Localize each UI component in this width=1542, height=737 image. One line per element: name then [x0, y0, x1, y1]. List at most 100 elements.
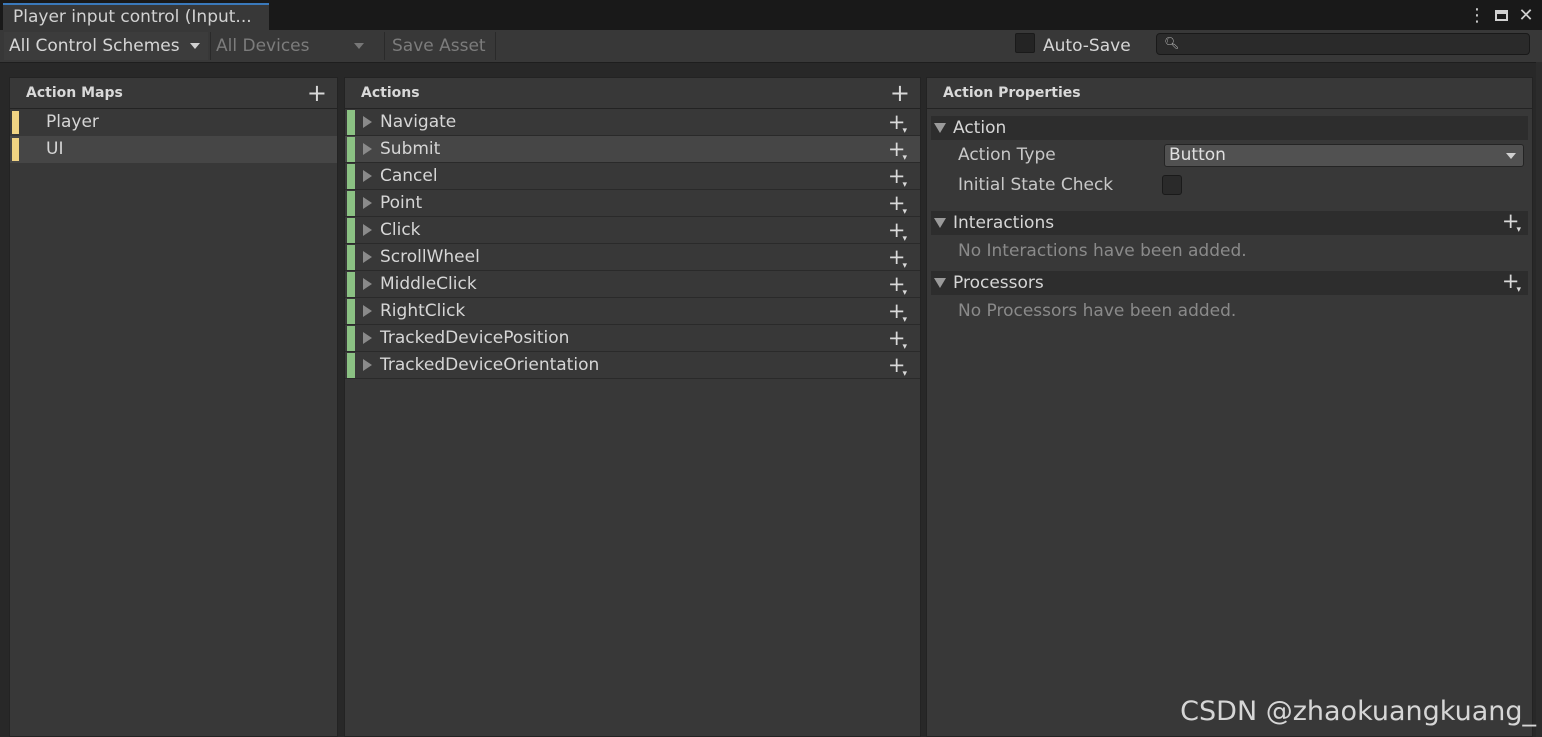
- window-title-bar: Player input control (Input... ⋮ ✕: [0, 0, 1542, 30]
- auto-save-label: Auto-Save: [1043, 36, 1131, 56]
- action-maps-list: Player UI: [10, 109, 337, 163]
- processors-empty-message: No Processors have been added.: [958, 301, 1237, 321]
- expand-arrow-icon[interactable]: [363, 143, 372, 155]
- action-map-item[interactable]: UI: [10, 136, 337, 163]
- chevron-down-icon: [1506, 153, 1516, 159]
- expand-arrow-icon[interactable]: [363, 251, 372, 263]
- action-item[interactable]: Point +▾: [345, 190, 920, 217]
- action-color-bar: [347, 218, 355, 243]
- foldout-expanded-icon: [934, 218, 946, 228]
- action-label: TrackedDevicePosition: [380, 328, 570, 348]
- action-properties-panel: Action Properties Action Action Type But…: [926, 77, 1533, 737]
- action-item[interactable]: TrackedDevicePosition +▾: [345, 325, 920, 352]
- expand-arrow-icon[interactable]: [363, 224, 372, 236]
- action-color-bar: [347, 299, 355, 324]
- auto-save-toggle[interactable]: Auto-Save: [1015, 32, 1131, 60]
- action-maps-title: Action Maps: [26, 85, 123, 101]
- action-color-bar: [347, 164, 355, 189]
- action-label: Point: [380, 193, 423, 213]
- kebab-menu-icon[interactable]: ⋮: [1467, 5, 1487, 26]
- action-item[interactable]: Cancel +▾: [345, 163, 920, 190]
- search-icon: 🔍︎: [1164, 36, 1180, 50]
- action-label: ScrollWheel: [380, 247, 480, 267]
- action-color-bar: [347, 245, 355, 270]
- action-map-item[interactable]: Player: [10, 109, 337, 136]
- window-tab[interactable]: Player input control (Input...: [3, 3, 269, 30]
- expand-arrow-icon[interactable]: [363, 332, 372, 344]
- action-color-bar: [347, 272, 355, 297]
- expand-arrow-icon[interactable]: [363, 359, 372, 371]
- action-type-row: Action Type Button: [927, 140, 1532, 170]
- close-icon[interactable]: ✕: [1516, 5, 1536, 26]
- action-map-label: Player: [46, 112, 99, 132]
- action-properties-title: Action Properties: [943, 85, 1081, 101]
- save-asset-button[interactable]: Save Asset: [384, 32, 496, 60]
- toolbar: All Control Schemes All Devices Save Ass…: [0, 30, 1542, 63]
- action-item[interactable]: Submit +▾: [345, 136, 920, 163]
- auto-save-checkbox[interactable]: [1015, 33, 1035, 53]
- actions-header: Actions +: [345, 78, 920, 109]
- chevron-down-icon: [190, 43, 200, 49]
- actions-title: Actions: [361, 85, 420, 101]
- action-section-foldout[interactable]: Action: [931, 116, 1528, 140]
- action-label: RightClick: [380, 301, 466, 321]
- action-color-bar: [347, 137, 355, 162]
- foldout-expanded-icon: [934, 123, 946, 133]
- processors-section-label: Processors: [953, 273, 1044, 293]
- action-properties-header: Action Properties: [927, 78, 1532, 109]
- action-label: Submit: [380, 139, 441, 159]
- maximize-icon[interactable]: [1495, 9, 1508, 21]
- action-color-bar: [347, 326, 355, 351]
- action-item[interactable]: MiddleClick +▾: [345, 271, 920, 298]
- action-map-color-bar: [12, 111, 19, 134]
- devices-dropdown[interactable]: All Devices: [210, 32, 372, 60]
- action-item[interactable]: TrackedDeviceOrientation +▾: [345, 352, 920, 379]
- action-type-value: Button: [1169, 145, 1226, 165]
- action-label: MiddleClick: [380, 274, 477, 294]
- add-action-map-button[interactable]: +: [307, 79, 327, 107]
- action-label: Navigate: [380, 112, 457, 132]
- chevron-down-icon: [354, 43, 364, 49]
- interactions-section-foldout[interactable]: Interactions +▾: [931, 209, 1528, 238]
- add-processor-button[interactable]: +▾: [1502, 269, 1524, 298]
- initial-state-check-checkbox[interactable]: [1162, 175, 1182, 195]
- processors-section-foldout[interactable]: Processors +▾: [931, 269, 1528, 298]
- action-color-bar: [347, 191, 355, 216]
- window-edge: [1536, 62, 1542, 737]
- action-maps-header: Action Maps +: [10, 78, 337, 109]
- add-binding-button[interactable]: +▾: [888, 352, 910, 383]
- action-color-bar: [347, 110, 355, 135]
- action-item[interactable]: Click +▾: [345, 217, 920, 244]
- expand-arrow-icon[interactable]: [363, 278, 372, 290]
- window-controls: ⋮ ✕: [1467, 2, 1536, 28]
- control-schemes-dropdown[interactable]: All Control Schemes: [4, 32, 208, 60]
- action-label: TrackedDeviceOrientation: [380, 355, 600, 375]
- action-map-color-bar: [12, 138, 19, 161]
- action-type-dropdown[interactable]: Button: [1164, 144, 1524, 167]
- action-section-label: Action: [953, 118, 1007, 138]
- action-map-label: UI: [46, 139, 64, 159]
- action-label: Click: [380, 220, 421, 240]
- initial-state-check-label: Initial State Check: [958, 175, 1114, 195]
- add-action-button[interactable]: +: [890, 79, 910, 107]
- devices-label: All Devices: [216, 36, 310, 56]
- foldout-expanded-icon: [934, 278, 946, 288]
- interactions-section-label: Interactions: [953, 213, 1055, 233]
- expand-arrow-icon[interactable]: [363, 170, 372, 182]
- search-input[interactable]: 🔍︎: [1156, 33, 1530, 55]
- expand-arrow-icon[interactable]: [363, 305, 372, 317]
- add-interaction-button[interactable]: +▾: [1502, 209, 1524, 238]
- expand-arrow-icon[interactable]: [363, 197, 372, 209]
- action-item[interactable]: ScrollWheel +▾: [345, 244, 920, 271]
- action-type-label: Action Type: [958, 145, 1056, 165]
- control-schemes-label: All Control Schemes: [9, 36, 180, 56]
- action-label: Cancel: [380, 166, 438, 186]
- initial-state-check-row: Initial State Check: [927, 170, 1532, 200]
- actions-panel: Actions + Navigate +▾ Submit +▾ Cancel +▾ Poin…: [344, 77, 921, 737]
- action-item[interactable]: RightClick +▾: [345, 298, 920, 325]
- action-item[interactable]: Navigate +▾: [345, 109, 920, 136]
- expand-arrow-icon[interactable]: [363, 116, 372, 128]
- interactions-empty-message: No Interactions have been added.: [958, 241, 1247, 261]
- action-maps-panel: Action Maps + Player UI: [9, 77, 338, 737]
- watermark: CSDN @zhaokuangkuang_: [1180, 696, 1536, 727]
